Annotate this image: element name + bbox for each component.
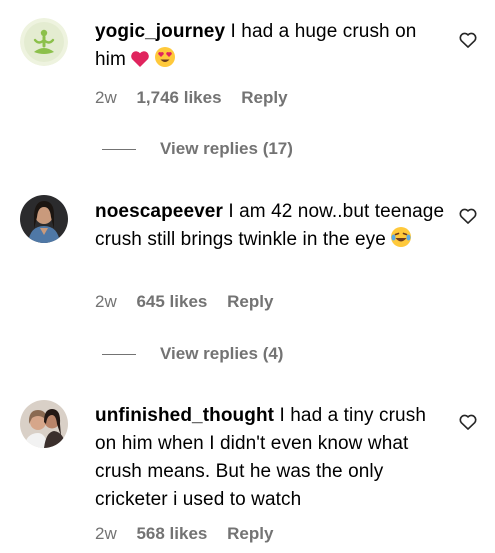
comment-meta: 2w 1,746 likes Reply: [95, 88, 303, 108]
meditation-pose-icon: [20, 18, 68, 66]
red-heart-icon: [130, 49, 150, 77]
view-replies-label: View replies (4): [160, 344, 284, 363]
like-heart-icon[interactable]: [458, 30, 478, 50]
reply-button[interactable]: Reply: [241, 88, 287, 107]
avatar[interactable]: [20, 195, 68, 243]
avatar[interactable]: [20, 18, 68, 66]
likes-count[interactable]: 645 likes: [136, 292, 207, 311]
view-replies-label: View replies (17): [160, 139, 293, 158]
divider-line: [102, 148, 136, 150]
comment-username[interactable]: unfinished_thought: [95, 405, 274, 426]
comment-username[interactable]: noescapeever: [95, 201, 223, 222]
likes-count[interactable]: 568 likes: [136, 524, 207, 543]
comment-meta: 2w 568 likes Reply: [95, 524, 288, 544]
user-photo: [20, 400, 68, 448]
view-replies-button[interactable]: View replies (17): [102, 137, 293, 161]
comment-age: 2w: [95, 88, 117, 107]
comment-meta: 2w 645 likes Reply: [95, 292, 288, 312]
comment-age: 2w: [95, 292, 117, 311]
heart-eyes-face-icon: [154, 46, 176, 77]
user-photo: [20, 195, 68, 243]
like-heart-icon[interactable]: [458, 206, 478, 226]
comment-content: unfinished_thought I had a tiny crush on…: [95, 402, 445, 514]
reply-button[interactable]: Reply: [227, 524, 273, 543]
view-replies-button[interactable]: View replies (4): [102, 342, 283, 366]
likes-count[interactable]: 1,746 likes: [136, 88, 221, 107]
comment-username[interactable]: yogic_journey: [95, 21, 225, 42]
divider-line: [102, 353, 136, 355]
laughing-tears-face-icon: [390, 226, 412, 257]
avatar[interactable]: [20, 400, 68, 448]
reply-button[interactable]: Reply: [227, 292, 273, 311]
comment-content: noescapeever I am 42 now..but teenage cr…: [95, 198, 445, 257]
comment-content: yogic_journey I had a huge crush on him: [95, 18, 445, 77]
comment-age: 2w: [95, 524, 117, 543]
like-heart-icon[interactable]: [458, 412, 478, 432]
